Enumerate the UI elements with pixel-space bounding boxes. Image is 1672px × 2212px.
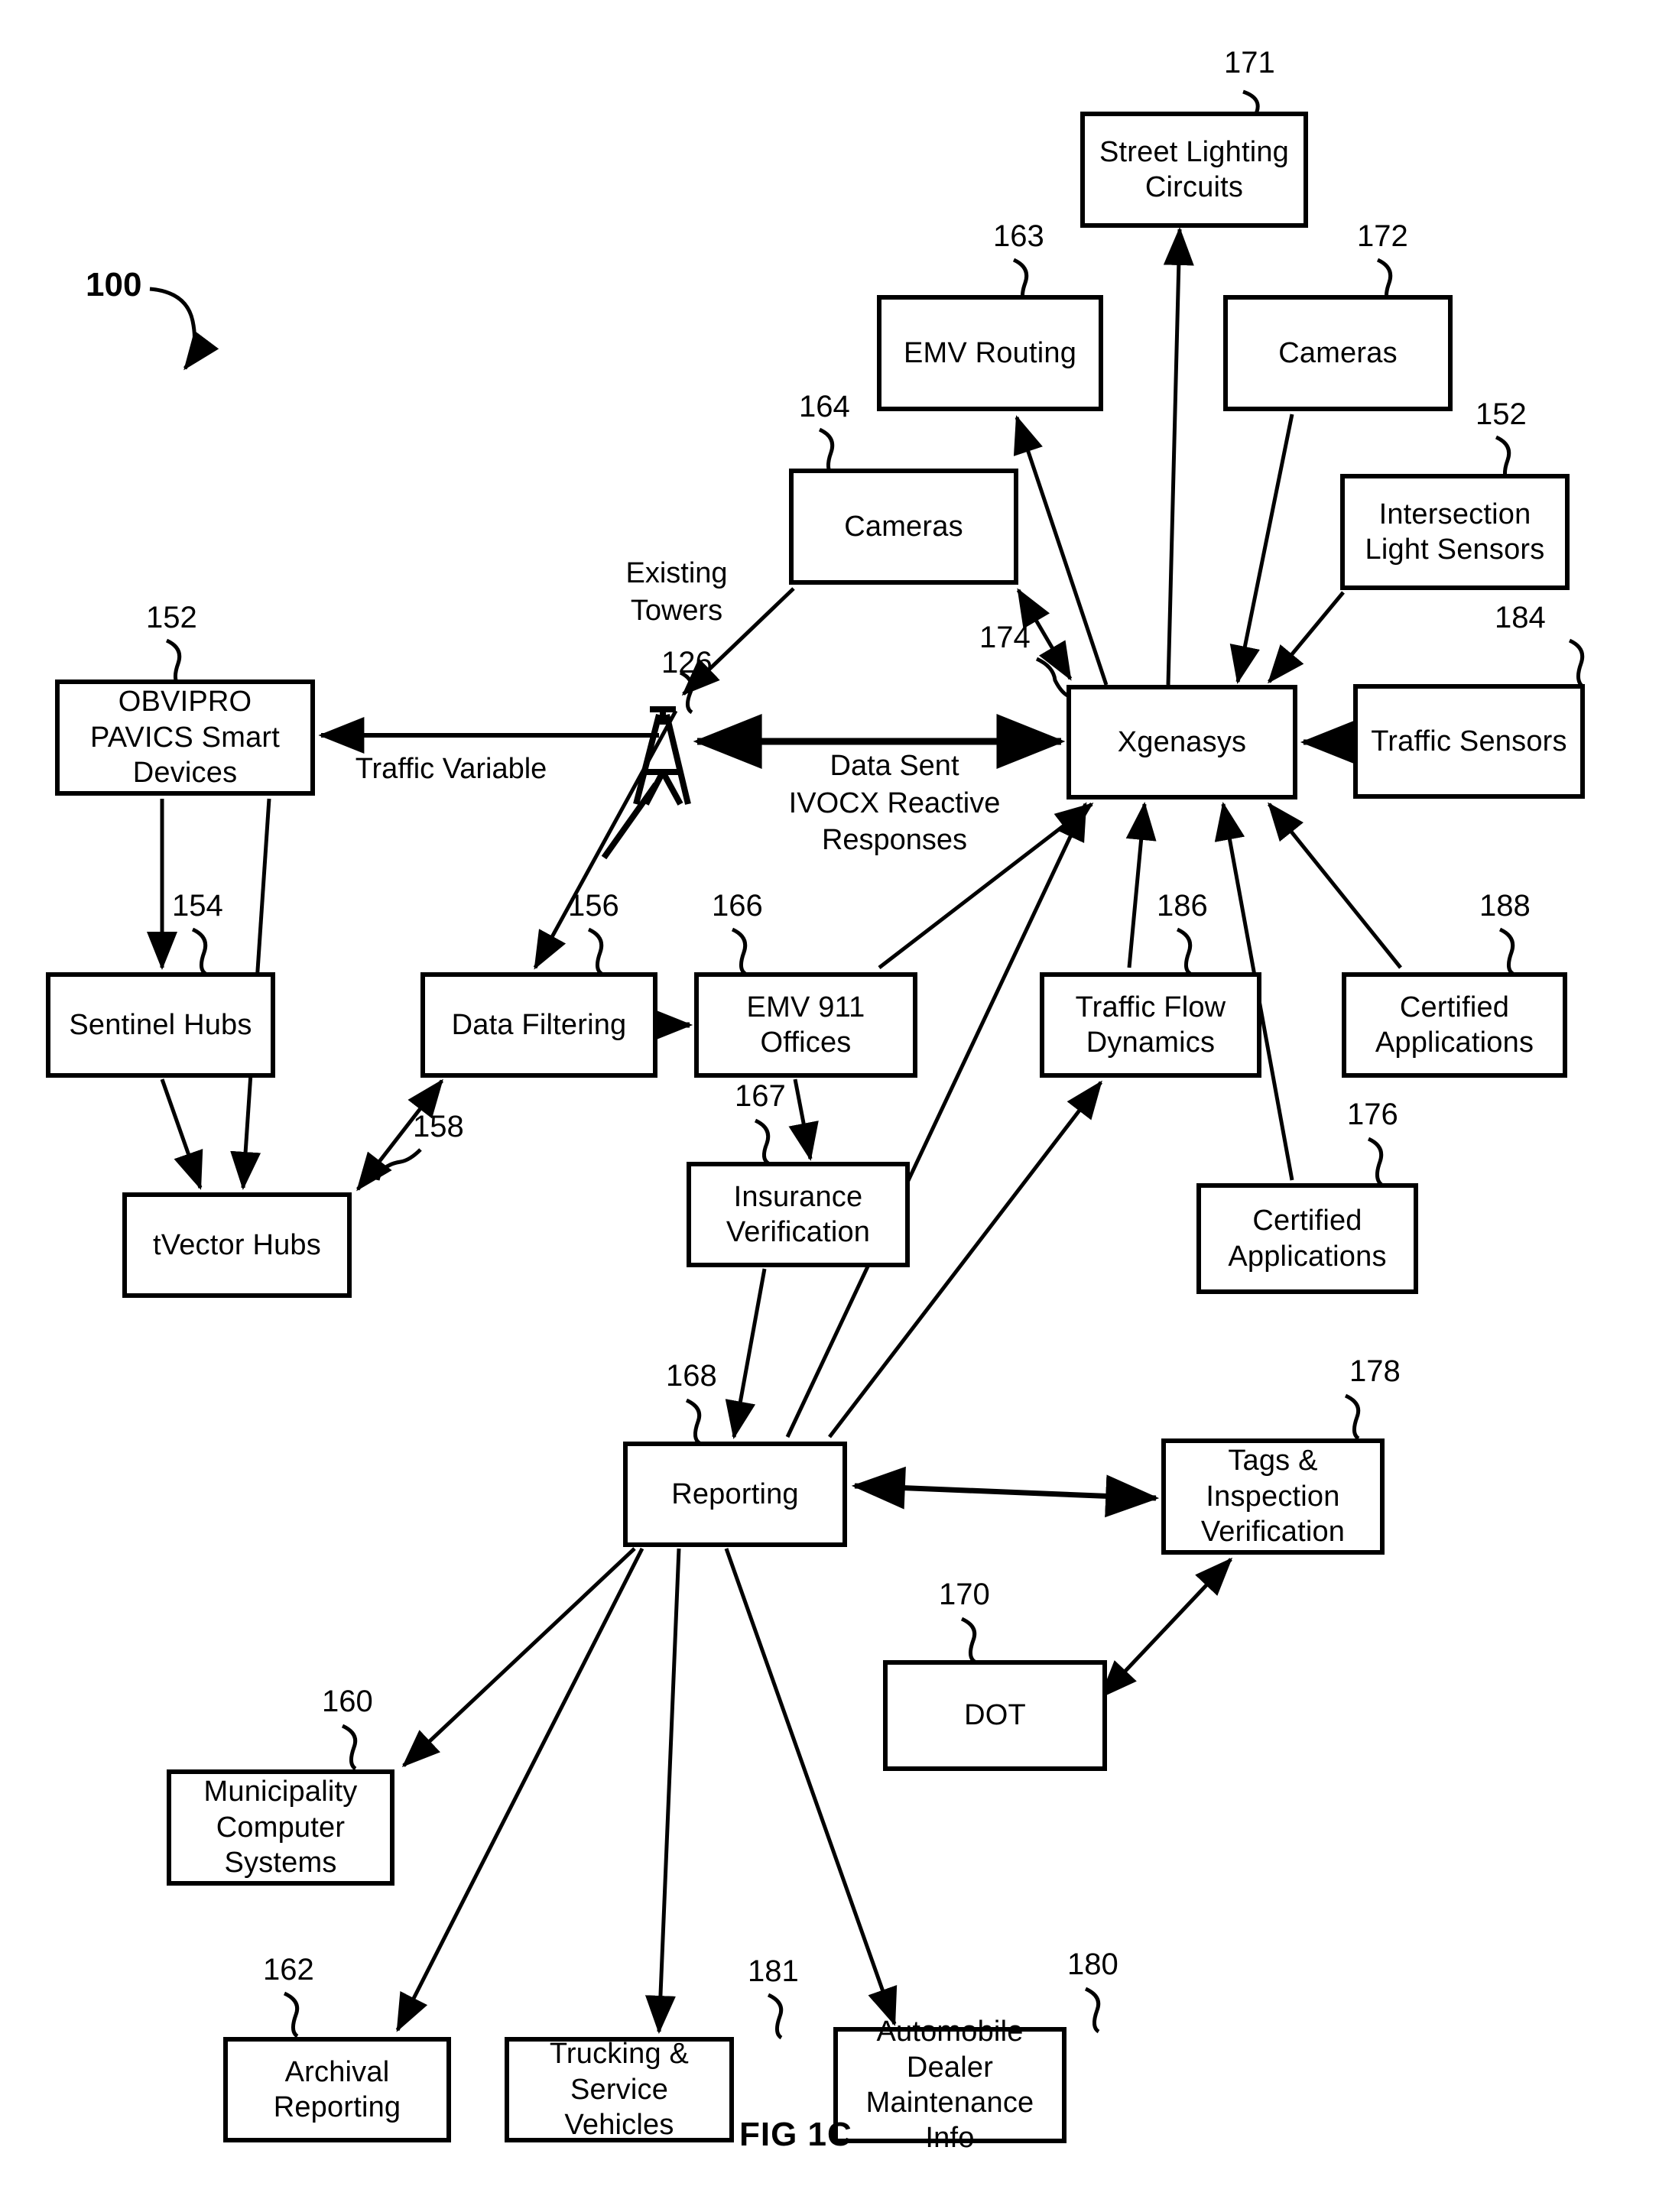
ref-176: 176	[1347, 1098, 1398, 1131]
ref-174: 174	[979, 621, 1031, 654]
node-label: EMV 911 Offices	[746, 991, 865, 1059]
ref-126: 126	[661, 646, 713, 679]
node-label: Sentinel Hubs	[69, 1008, 252, 1041]
node-label: Traffic Sensors	[1371, 725, 1567, 757]
ref-171: 171	[1224, 46, 1275, 79]
node-label: Street Lighting Circuits	[1099, 135, 1290, 203]
ref-186: 186	[1157, 889, 1208, 923]
ref-158: 158	[413, 1110, 464, 1143]
ref-166: 166	[712, 889, 763, 923]
figure-caption: FIG 1C	[739, 2116, 852, 2153]
node-tvector-hubs[interactable]: tVector Hubs	[122, 1192, 352, 1298]
ref-162: 162	[263, 1953, 314, 1987]
node-automobile-dealer-maintenance-info[interactable]: Automobile Dealer Maintenance Info	[833, 2016, 1067, 2154]
ref-170: 170	[939, 1578, 990, 1611]
node-traffic-flow-dynamics[interactable]: Traffic Flow Dynamics	[1040, 972, 1261, 1078]
ref-172: 172	[1357, 219, 1408, 253]
node-label: Data Filtering	[451, 1008, 627, 1041]
node-label: Municipality Computer Systems	[203, 1776, 358, 1880]
node-label: Cameras	[844, 510, 963, 543]
node-label: Certified Applications	[1375, 991, 1534, 1059]
node-label: Intersection Light Sensors	[1365, 498, 1545, 566]
node-label: DOT	[964, 1699, 1026, 1732]
node-label: Trucking & Service Vehicles	[549, 2038, 690, 2142]
ref-188: 188	[1479, 889, 1531, 923]
node-tags-inspection-verification[interactable]: Tags & Inspection Verification	[1161, 1438, 1385, 1555]
node-label: tVector Hubs	[153, 1228, 321, 1261]
node-trucking-service-vehicles[interactable]: Trucking & Service Vehicles	[505, 2037, 734, 2142]
node-label: Automobile Dealer Maintenance Info	[865, 2016, 1034, 2155]
label-traffic-variable: Traffic Variable	[355, 753, 547, 785]
node-label: Insurance Verification	[726, 1180, 871, 1248]
node-label: Traffic Flow Dynamics	[1075, 991, 1226, 1059]
ref-154: 154	[172, 889, 223, 923]
node-data-filtering[interactable]: Data Filtering	[420, 972, 657, 1078]
node-label: Certified Applications	[1228, 1205, 1387, 1273]
node-dot[interactable]: DOT	[883, 1660, 1107, 1771]
node-xgenasys[interactable]: Xgenasys	[1067, 685, 1297, 799]
node-label: OBVIPRO PAVICS Smart Devices	[89, 686, 281, 790]
node-emv-routing[interactable]: EMV Routing	[877, 295, 1103, 411]
node-reporting[interactable]: Reporting	[623, 1442, 847, 1547]
label-data-sent-ivocx: Data Sent IVOCX Reactive Responses	[788, 750, 1001, 857]
node-label: Cameras	[1278, 336, 1398, 369]
node-cameras-164[interactable]: Cameras	[789, 469, 1018, 585]
node-label: Xgenasys	[1117, 725, 1247, 758]
node-obvipro-pavics-smart-devices[interactable]: OBVIPRO PAVICS Smart Devices	[55, 679, 315, 796]
ref-167: 167	[735, 1079, 786, 1113]
ref-184: 184	[1495, 601, 1546, 634]
node-label: Reporting	[671, 1477, 799, 1510]
node-archival-reporting[interactable]: Archival Reporting	[223, 2037, 451, 2142]
ref-164: 164	[799, 390, 850, 423]
node-label: Tags & Inspection Verification	[1200, 1445, 1346, 1549]
system-number: 100	[86, 266, 142, 303]
ref-152-right: 152	[1476, 397, 1527, 431]
ref-163: 163	[993, 219, 1044, 253]
ref-178: 178	[1349, 1354, 1401, 1388]
label-existing-towers: Existing Towers	[625, 557, 728, 627]
ref-152-left: 152	[146, 601, 197, 634]
node-certified-applications-176[interactable]: Certified Applications	[1196, 1183, 1418, 1294]
node-sentinel-hubs[interactable]: Sentinel Hubs	[46, 972, 275, 1078]
ref-180: 180	[1067, 1948, 1118, 1981]
figure-canvas: 100 Street Lighting Circuits 171 EMV Rou…	[0, 0, 1672, 2212]
node-municipality-computer-systems[interactable]: Municipality Computer Systems	[167, 1769, 394, 1886]
node-street-lighting-circuits[interactable]: Street Lighting Circuits	[1080, 112, 1308, 228]
node-label: Archival Reporting	[273, 2055, 401, 2123]
node-emv-911-offices[interactable]: EMV 911 Offices	[694, 972, 917, 1078]
node-intersection-light-sensors[interactable]: Intersection Light Sensors	[1340, 474, 1570, 590]
ref-156: 156	[568, 889, 619, 923]
node-certified-applications-188[interactable]: Certified Applications	[1342, 972, 1567, 1078]
node-label: EMV Routing	[903, 336, 1077, 369]
ref-160: 160	[322, 1685, 373, 1718]
ref-181: 181	[748, 1954, 799, 1988]
node-insurance-verification[interactable]: Insurance Verification	[687, 1162, 910, 1267]
node-traffic-sensors[interactable]: Traffic Sensors	[1353, 684, 1585, 799]
ref-168: 168	[666, 1359, 717, 1393]
node-cameras-172[interactable]: Cameras	[1223, 295, 1453, 411]
